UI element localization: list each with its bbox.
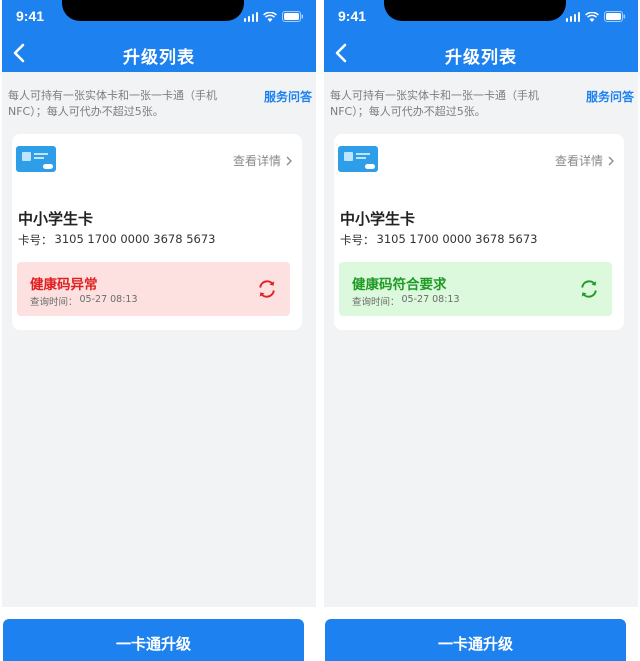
view-details-link[interactable]: 查看详情: [233, 152, 292, 169]
signal-icon: [243, 12, 258, 22]
card-item: 查看详情 中小学生卡 卡号： 3105 1700 0000 3678 5673 …: [12, 134, 302, 330]
chevron-right-icon: [608, 156, 614, 165]
service-faq-link[interactable]: 服务问答: [586, 88, 634, 105]
upgrade-button[interactable]: 一卡通升级: [3, 619, 304, 661]
query-time-label: 查询时间：: [352, 297, 400, 308]
health-code-status-panel: 健康码异常 查询时间： 05-27 08:13: [17, 262, 290, 316]
card-thumbnail-icon: [338, 146, 378, 172]
status-time: 9:41: [338, 8, 367, 24]
phone-screen-normal: 9:41 升级列表 每人可持有一张实体卡和一张一卡通（手机NFC）；每人可代办不…: [324, 0, 638, 661]
health-code-status-panel: 健康码符合要求 查询时间： 05-27 08:13: [339, 262, 612, 316]
battery-icon: [604, 11, 626, 22]
service-faq-link[interactable]: 服务问答: [264, 88, 312, 105]
wifi-icon: [263, 12, 277, 22]
card-thumbnail-icon: [16, 146, 56, 172]
card-name: 中小学生卡: [18, 210, 94, 228]
phone-screen-abnormal: 9:41 升级列表 每人可持有一张实体卡和一张一卡通（手机NFC）；每人可代办不…: [2, 0, 316, 661]
query-time: 查询时间： 05-27 08:13: [352, 294, 460, 308]
header-bar: 9:41 升级列表: [324, 0, 638, 72]
header-bar: 9:41 升级列表: [2, 0, 316, 72]
health-status-text: 健康码符合要求: [352, 277, 447, 293]
notice-text: 每人可持有一张实体卡和一张一卡通（手机NFC）；每人可代办不超过5张。: [330, 89, 539, 118]
refresh-icon[interactable]: [256, 278, 278, 300]
card-number: 卡号： 3105 1700 0000 3678 5673: [18, 232, 215, 248]
page-title: 升级列表: [123, 48, 195, 68]
query-time-value: 05-27 08:13: [401, 294, 460, 305]
card-number-value: 3105 1700 0000 3678 5673: [54, 232, 216, 246]
notice-text: 每人可持有一张实体卡和一张一卡通（手机NFC）；每人可代办不超过5张。: [8, 89, 217, 118]
status-icons: [565, 10, 627, 22]
status-time: 9:41: [16, 8, 45, 24]
upgrade-button[interactable]: 一卡通升级: [325, 619, 626, 661]
device-notch: [62, 0, 244, 21]
status-icons: [243, 10, 305, 22]
view-details-label: 查看详情: [554, 154, 603, 168]
card-number: 卡号： 3105 1700 0000 3678 5673: [340, 232, 537, 248]
query-time-value: 05-27 08:13: [79, 294, 138, 305]
page-title: 升级列表: [445, 48, 517, 68]
signal-icon: [565, 12, 580, 22]
wifi-icon: [585, 12, 599, 22]
battery-icon: [282, 11, 304, 22]
card-item: 查看详情 中小学生卡 卡号： 3105 1700 0000 3678 5673 …: [334, 134, 624, 330]
health-status-text: 健康码异常: [30, 277, 98, 293]
refresh-icon[interactable]: [578, 278, 600, 300]
card-number-label: 卡号：: [18, 233, 53, 247]
view-details-label: 查看详情: [232, 154, 281, 168]
chevron-right-icon: [286, 156, 292, 165]
card-name: 中小学生卡: [340, 210, 416, 228]
query-time: 查询时间： 05-27 08:13: [30, 294, 138, 308]
card-number-label: 卡号：: [340, 233, 375, 247]
card-number-value: 3105 1700 0000 3678 5673: [376, 232, 538, 246]
view-details-link[interactable]: 查看详情: [555, 152, 614, 169]
query-time-label: 查询时间：: [30, 297, 78, 308]
device-notch: [384, 0, 566, 21]
